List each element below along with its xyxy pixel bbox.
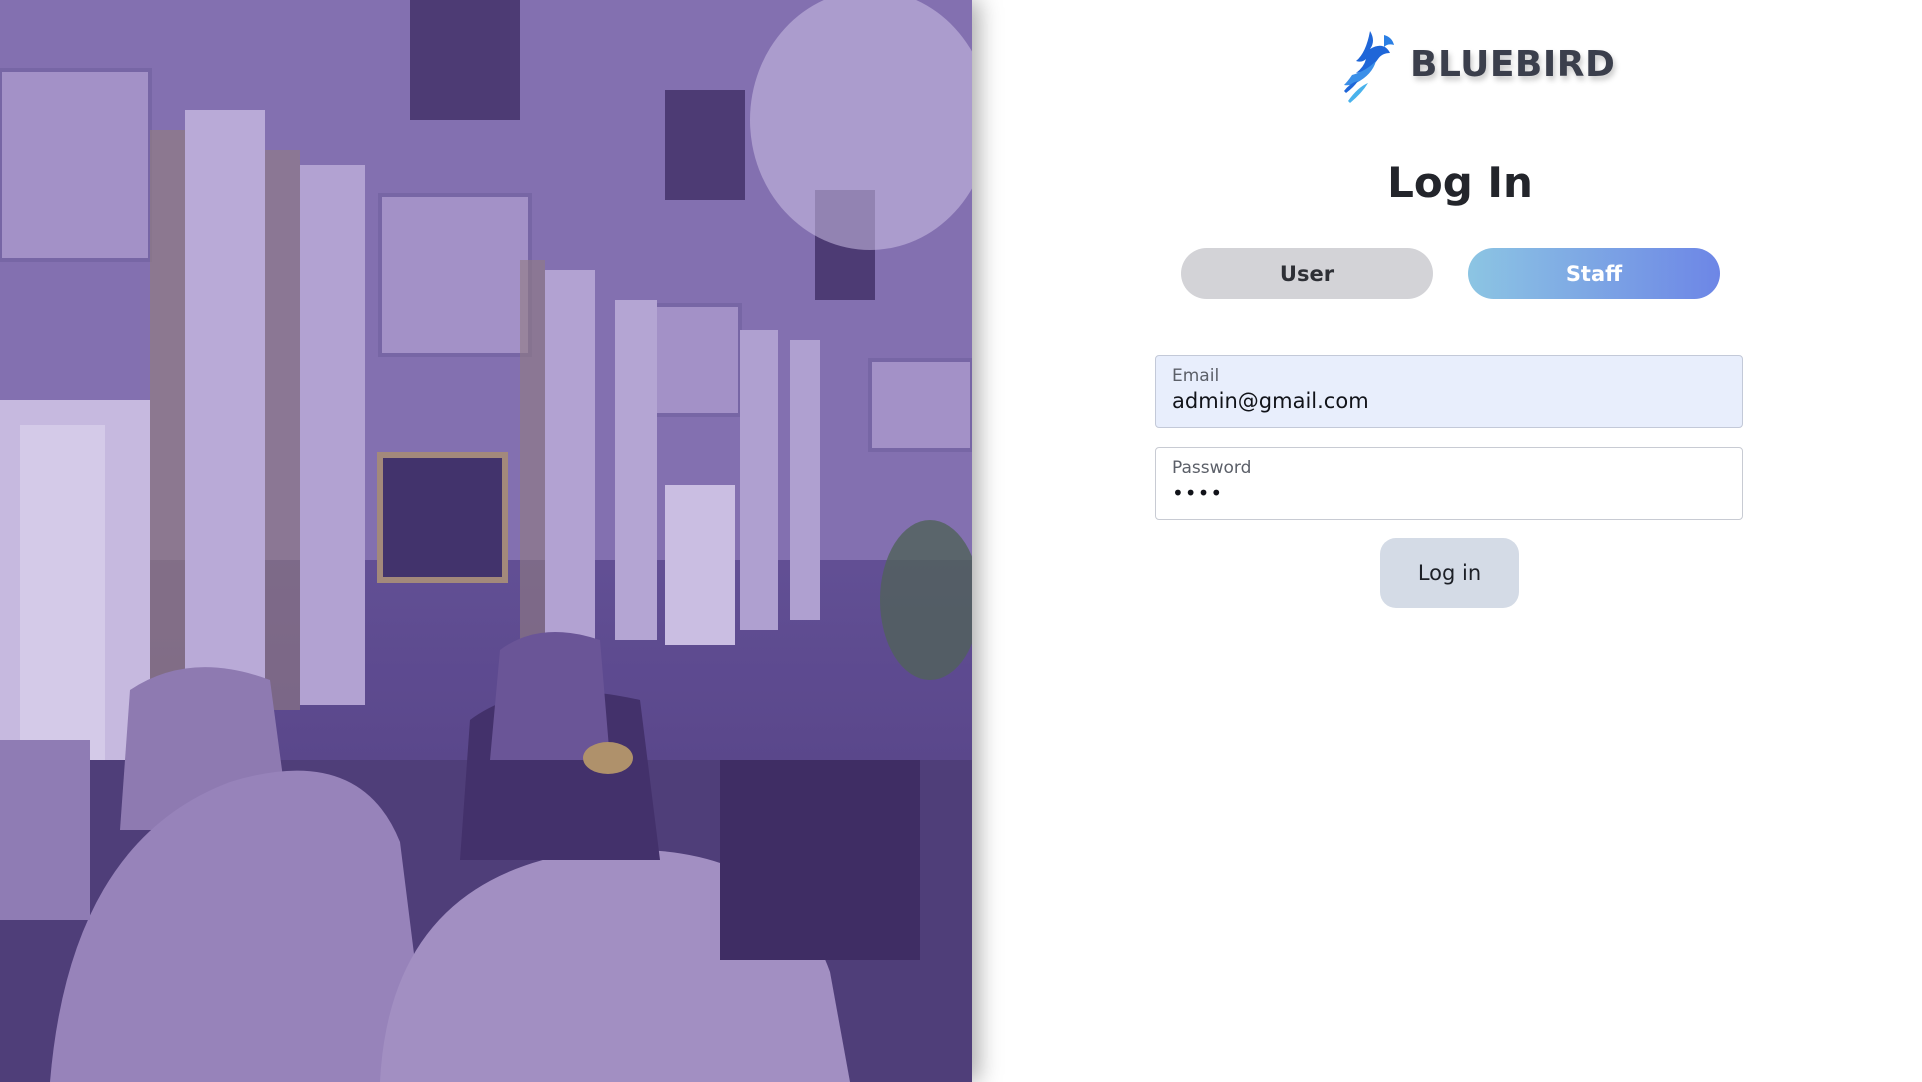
email-field[interactable]: Email bbox=[1155, 355, 1743, 428]
role-staff-button[interactable]: Staff bbox=[1468, 248, 1720, 299]
hero-image-panel bbox=[0, 0, 972, 1082]
password-field[interactable]: Password bbox=[1155, 447, 1743, 520]
password-label: Password bbox=[1172, 458, 1252, 478]
login-button[interactable]: Log in bbox=[1380, 538, 1519, 608]
hotel-lobby-image bbox=[0, 0, 972, 1082]
password-input[interactable] bbox=[1172, 481, 1726, 505]
email-input[interactable] bbox=[1172, 389, 1726, 413]
bluebird-logo-icon bbox=[1344, 31, 1394, 103]
email-label: Email bbox=[1172, 366, 1220, 386]
role-user-button[interactable]: User bbox=[1181, 248, 1433, 299]
brand-name: BLUEBIRD bbox=[1410, 43, 1616, 85]
page-title: Log In bbox=[1387, 158, 1533, 207]
brand-logo: BLUEBIRD bbox=[1340, 24, 1615, 104]
